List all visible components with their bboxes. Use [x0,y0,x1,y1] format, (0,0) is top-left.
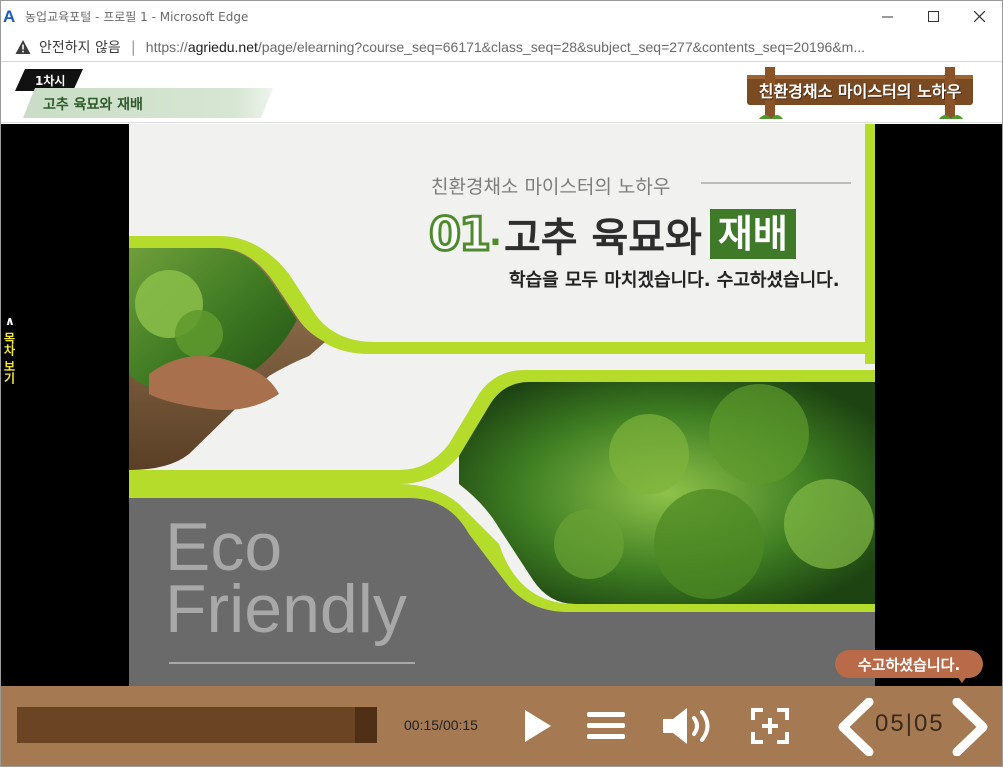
security-label[interactable]: 안전하지 않음 [39,37,121,57]
slide-number-dot: . [489,214,502,254]
slide-title-highlight: 재배 [709,209,796,259]
address-separator: | [130,37,136,56]
next-icon[interactable] [951,698,991,756]
progress-fill [17,707,377,743]
eco-line-1: Eco [165,509,283,585]
page-separator: | [905,710,914,737]
volume-icon[interactable] [661,706,717,746]
slide-number: 01 [427,206,492,263]
url-text[interactable]: https://agriedu.net/page/elearning?cours… [146,39,865,55]
address-bar[interactable]: 안전하지 않음 | https://agriedu.net/page/elear… [1,32,1002,62]
lesson-title: 고추 육묘와 재배 [43,97,143,113]
title-bar: A 농업교육포털 - 프로필 1 - Microsoft Edge [1,1,1002,32]
page-header: 1차시 고추 육묘와 재배 친환경채소 마이스터의 노하우 [1,63,1002,123]
window-controls [864,1,1002,32]
brand-title: 친환경채소 마이스터의 노하우 [758,82,962,101]
eco-friendly-text: Eco Friendly [165,509,407,647]
time-display: 00:15/00:15 [404,717,478,733]
progress-bar[interactable] [17,707,377,743]
maximize-button[interactable] [910,1,956,32]
prev-icon[interactable] [835,698,875,756]
time-current: 00:15 [404,717,440,733]
minimize-button[interactable] [864,1,910,32]
progress-handle[interactable] [355,707,377,743]
close-button[interactable] [956,1,1002,32]
url-prefix: https:// [145,38,188,55]
player-controls: 00:15/00:15 05|05 [1,686,1002,766]
speech-bubble-tail [956,675,968,683]
url-domain: agriedu.net [187,38,258,55]
edge-app-icon: A [3,6,16,26]
slide-message: 학습을 모두 마치겠습니다. 수고하셨습니다. [509,270,840,291]
maximize-icon [927,11,939,22]
subtitle-rule [701,182,851,184]
eco-underline [169,662,415,664]
url-rest: /page/elearning?course_seq=66171&class_s… [257,38,866,55]
play-icon[interactable] [523,708,553,744]
fullscreen-icon[interactable] [751,708,789,744]
minimize-icon [881,16,893,18]
lesson-slide: 친환경채소 마이스터의 노하우 01 . 고추 육묘와 재배 학습을 모두 마치… [129,124,875,686]
toc-caret-icon[interactable]: ∧ [5,314,15,328]
slide-subtitle: 친환경채소 마이스터의 노하우 [431,176,671,198]
slide-title: 01 . 고추 육묘와 재배 [427,204,796,264]
page-total: 05 [913,710,945,737]
content-stage: ∧ 목차 보기 친환경채소 마이스터의 노하우 01 . 고추 육묘와 재배 학… [1,124,1002,686]
page-counter: 05|05 [875,710,945,738]
menu-icon[interactable] [587,710,627,742]
close-icon [973,11,985,22]
browser-window: A 농업교육포털 - 프로필 1 - Microsoft Edge 안전하지 않… [0,0,1003,767]
page-current: 05 [875,710,906,737]
slide-title-main: 고추 육묘와 [503,215,702,261]
speech-bubble: 수고하셨습니다. [835,650,983,678]
warning-icon[interactable] [15,39,31,55]
eco-line-2: Friendly [165,571,407,647]
time-total: 00:15 [442,717,478,733]
window-title: 농업교육포털 - 프로필 1 - Microsoft Edge [25,10,249,24]
lesson-tag: 1차시 [35,74,66,88]
toc-label[interactable]: 목차 보기 [2,332,18,384]
